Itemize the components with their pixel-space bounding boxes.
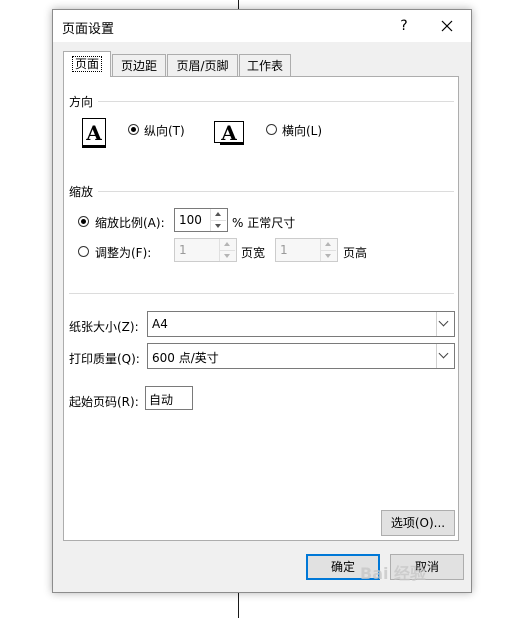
chevron-down-icon [224, 254, 230, 258]
tab-sheet-label: 工作表 [246, 59, 283, 73]
chevron-down-icon [215, 224, 221, 228]
close-icon [441, 20, 453, 32]
scaling-divider [98, 191, 454, 192]
fit-width-value: 1 [179, 243, 187, 257]
fit-width-spinner[interactable]: 1 [174, 238, 237, 262]
scale-spin-buttons [210, 209, 227, 231]
fit-radio[interactable] [78, 246, 89, 257]
chevron-up-icon [224, 242, 230, 246]
tab-margins-label: 页边距 [120, 59, 157, 73]
scaling-group-title: 缩放 [69, 185, 94, 199]
fit-width-spin-buttons [219, 239, 236, 261]
tab-header-footer-label: 页眉/页脚 [176, 59, 229, 73]
fit-option-label[interactable]: 调整为(F): [95, 244, 151, 261]
page-tab-panel: 方向 A 纵向(T) A 横向(L) 缩放 缩放比例(A): 100 % 正常尺… [63, 76, 459, 541]
landscape-label[interactable]: 横向(L) [282, 122, 322, 139]
landscape-radio[interactable] [266, 124, 277, 135]
chevron-up-icon [215, 212, 221, 216]
scale-radio[interactable] [78, 216, 89, 227]
first-page-label: 起始页码(R): [69, 395, 139, 409]
scale-down-button[interactable] [211, 220, 226, 232]
print-quality-dropdown-button[interactable] [436, 344, 454, 368]
orientation-divider [98, 101, 454, 102]
tab-page[interactable]: 页面 [63, 51, 111, 77]
title-bar: 页面设置 ? [53, 10, 471, 42]
scale-suffix: % 正常尺寸 [232, 216, 296, 230]
scale-value: 100 [179, 213, 202, 227]
portrait-paper-icon: A [82, 118, 106, 148]
page-setup-dialog: 页面设置 ? 页面 页边距 页眉/页脚 工作表 方向 A 纵向(T) A 横向(… [52, 9, 472, 593]
fit-height-suffix: 页高 [343, 246, 368, 260]
print-quality-value: 600 点/英寸 [152, 351, 219, 365]
close-button[interactable] [436, 16, 458, 36]
print-quality-select[interactable]: 600 点/英寸 [147, 343, 455, 369]
scale-spinner[interactable]: 100 [174, 208, 228, 232]
scale-up-button[interactable] [211, 209, 226, 220]
print-quality-label: 打印质量(Q): [69, 352, 140, 366]
paper-size-select[interactable]: A4 [147, 311, 455, 337]
tab-sheet[interactable]: 工作表 [239, 54, 291, 76]
tab-margins[interactable]: 页边距 [112, 54, 166, 76]
paper-divider [69, 293, 454, 294]
chevron-down-icon [325, 254, 331, 258]
tab-page-label: 页面 [71, 56, 103, 72]
first-page-input[interactable]: 自动 [145, 386, 193, 410]
fit-height-value: 1 [280, 243, 288, 257]
fit-height-up-button[interactable] [321, 239, 336, 250]
paper-size-label: 纸张大小(Z): [69, 320, 139, 334]
fit-height-spin-buttons [320, 239, 337, 261]
fit-height-down-button[interactable] [321, 250, 336, 262]
fit-width-down-button[interactable] [220, 250, 235, 262]
options-button[interactable]: 选项(O)... [381, 510, 455, 536]
chevron-up-icon [325, 242, 331, 246]
orientation-group-title: 方向 [69, 95, 94, 109]
fit-height-spinner[interactable]: 1 [275, 238, 338, 262]
portrait-label[interactable]: 纵向(T) [144, 122, 185, 139]
dialog-title: 页面设置 [62, 22, 115, 37]
chevron-down-icon [438, 348, 449, 359]
help-button[interactable]: ? [393, 16, 415, 36]
paper-size-dropdown-button[interactable] [436, 312, 454, 336]
tab-header-footer[interactable]: 页眉/页脚 [167, 54, 238, 76]
first-page-value: 自动 [149, 393, 174, 407]
fit-width-suffix: 页宽 [241, 246, 266, 260]
chevron-down-icon [438, 316, 449, 327]
paper-size-value: A4 [152, 317, 168, 331]
fit-width-up-button[interactable] [220, 239, 235, 250]
watermark: Bai 经验 [360, 564, 427, 583]
landscape-paper-icon: A [214, 121, 244, 145]
scale-option-label[interactable]: 缩放比例(A): [95, 214, 165, 231]
portrait-radio[interactable] [128, 124, 139, 135]
